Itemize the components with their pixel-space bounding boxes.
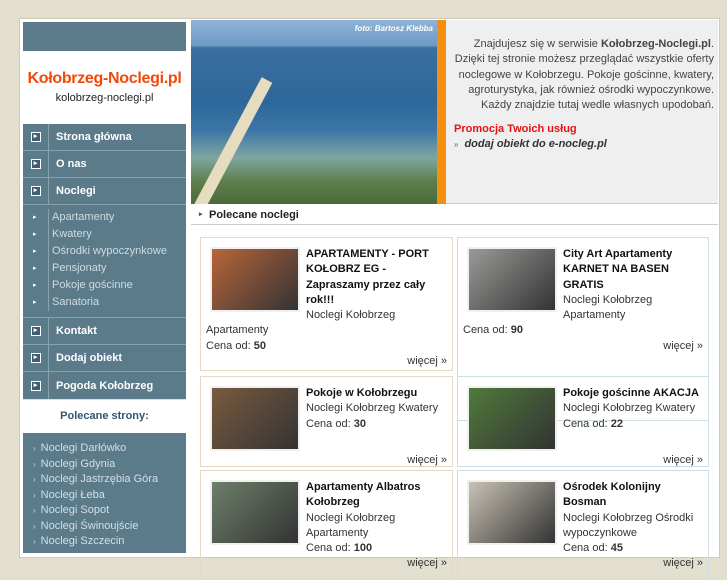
featured-heading: ▸ Polecane noclegi xyxy=(191,205,718,225)
add-object-link[interactable]: » dodaj obiekt do e-nocleg.pl xyxy=(454,138,714,150)
bullet-icon: ▸ xyxy=(33,299,37,306)
nav-label[interactable]: Kontakt xyxy=(49,325,97,337)
listing-card[interactable]: Apartamenty Albatros Kołobrzeg Noclegi K… xyxy=(200,470,453,580)
more-link[interactable]: więcej » xyxy=(463,339,703,354)
subnav-item[interactable]: ▸ Pokoje gościnne xyxy=(33,277,167,294)
listing-photo[interactable] xyxy=(467,386,557,451)
bullet-icon: ▸ xyxy=(33,248,37,255)
nav-item-add-object[interactable]: ▸ Dodaj obiekt xyxy=(23,345,186,372)
subnav-item[interactable]: ▸ Pensjonaty xyxy=(33,260,167,277)
nav-label[interactable]: Dodaj obiekt xyxy=(49,352,122,364)
recommended-link[interactable]: › Noclegi Gdynia xyxy=(33,458,186,474)
more-link[interactable]: więcej » xyxy=(206,354,447,369)
listing-photo[interactable] xyxy=(210,247,300,312)
listing-card[interactable]: Pokoje w Kołobrzegu Noclegi Kołobrzeg Kw… xyxy=(200,376,453,467)
listing-photo[interactable] xyxy=(467,480,557,545)
nav-label[interactable]: Strona główna xyxy=(49,131,132,143)
nav-label[interactable]: Noclegi xyxy=(49,185,96,197)
more-link[interactable]: więcej » xyxy=(463,556,703,571)
recommended-sites-title: Polecane strony: xyxy=(23,399,186,433)
subnav-item[interactable]: ▸ Sanatoria xyxy=(33,294,167,311)
more-link[interactable]: więcej » xyxy=(463,453,703,468)
sidebar-header-bar xyxy=(23,22,186,51)
page: Kołobrzeg-Noclegi.pl kolobrzeg-noclegi.p… xyxy=(19,18,720,580)
header-photo: foto: Bartosz Klebba xyxy=(191,20,437,204)
arrow-box-icon: ▸ xyxy=(23,151,49,177)
listing-card[interactable]: Pokoje gościnne AKACJA Noclegi Kołobrzeg… xyxy=(457,376,709,467)
nav-label[interactable]: Pogoda Kołobrzeg xyxy=(49,380,153,392)
listing-card[interactable]: Ośrodek Kolonijny Bosman Noclegi Kołobrz… xyxy=(457,470,709,580)
bullet-icon: ▸ xyxy=(199,211,203,218)
listing-photo[interactable] xyxy=(467,247,557,312)
arrow-box-icon: ▸ xyxy=(23,345,49,371)
logo-title[interactable]: Kołobrzeg-Noclegi.pl xyxy=(23,70,186,88)
accent-bar xyxy=(437,20,446,204)
nav-submenu: ▸ Apartamenty ▸ Kwatery ▸ Ośrodki wypoczynk… xyxy=(23,205,186,318)
subnav-item[interactable]: ▸ Kwatery xyxy=(33,226,167,243)
listing-price: Cena od: 50 xyxy=(206,339,266,352)
more-link[interactable]: więcej » xyxy=(206,453,447,468)
intro-text: Znajdujesz się w serwisie Kołobrzeg-Nocl… xyxy=(454,38,714,112)
bullet-icon: ▸ xyxy=(33,265,37,272)
listing-price: Cena od: 90 xyxy=(463,324,523,337)
arrow-box-icon: ▸ xyxy=(23,124,49,150)
more-link[interactable]: więcej » xyxy=(206,556,447,571)
recommended-link[interactable]: › Noclegi Szczecin xyxy=(33,535,186,551)
subnav-item[interactable]: ▸ Apartamenty xyxy=(33,209,167,226)
nav-item-noclegi[interactable]: ▸ Noclegi xyxy=(23,178,186,205)
nav-item-about[interactable]: ▸ O nas xyxy=(23,151,186,178)
main-nav: ▸ Strona główna ▸ O nas ▸ Noclegi ▸ Apartame… xyxy=(23,124,186,399)
logo-subtitle: kolobrzeg-noclegi.pl xyxy=(55,92,154,104)
nav-item-weather[interactable]: ▸ Pogoda Kołobrzeg xyxy=(23,372,186,399)
double-arrow-icon: » xyxy=(454,140,459,150)
recommended-link[interactable]: › Noclegi Darłówko xyxy=(33,442,186,458)
bullet-icon: ▸ xyxy=(33,282,37,289)
recommended-link[interactable]: › Noclegi Jastrzębia Góra xyxy=(33,473,186,489)
nav-item-home[interactable]: ▸ Strona główna xyxy=(23,124,186,151)
recommended-link[interactable]: › Noclegi Łeba xyxy=(33,489,186,505)
bullet-icon: ▸ xyxy=(33,214,37,221)
nav-label[interactable]: O nas xyxy=(49,158,87,170)
logo[interactable]: Kołobrzeg-Noclegi.pl kolobrzeg-noclegi.p… xyxy=(23,51,186,124)
listing-card[interactable]: APARTAMENTY - PORT KOŁOBRZ EG - Zaprasza… xyxy=(200,237,453,371)
listing-photo[interactable] xyxy=(210,480,300,545)
listing-photo[interactable] xyxy=(210,386,300,451)
arrow-box-icon: ▸ xyxy=(23,318,49,344)
recommended-sites-list: › Noclegi Darłówko › Noclegi Gdynia › Nocle… xyxy=(23,433,186,553)
listing-category: Noclegi Kołobrzeg Apartamenty xyxy=(206,309,396,337)
arrow-box-icon: ▸ xyxy=(23,178,49,204)
photo-caption: foto: Bartosz Klebba xyxy=(354,24,433,33)
promo-title: Promocja Twoich usług xyxy=(454,123,577,136)
bullet-icon: ▸ xyxy=(33,231,37,238)
recommended-link[interactable]: › Noclegi Sopot xyxy=(33,504,186,520)
nav-item-contact[interactable]: ▸ Kontakt xyxy=(23,318,186,345)
intro-box: Znajdujesz się w serwisie Kołobrzeg-Nocl… xyxy=(446,20,718,204)
beach-graphic xyxy=(191,77,273,204)
subnav-item[interactable]: ▸ Ośrodki wypoczynkowe xyxy=(33,243,167,260)
sidebar: Kołobrzeg-Noclegi.pl kolobrzeg-noclegi.p… xyxy=(23,22,186,553)
arrow-box-icon: ▸ xyxy=(23,372,49,399)
recommended-link[interactable]: › Noclegi Świnoujście xyxy=(33,520,186,536)
